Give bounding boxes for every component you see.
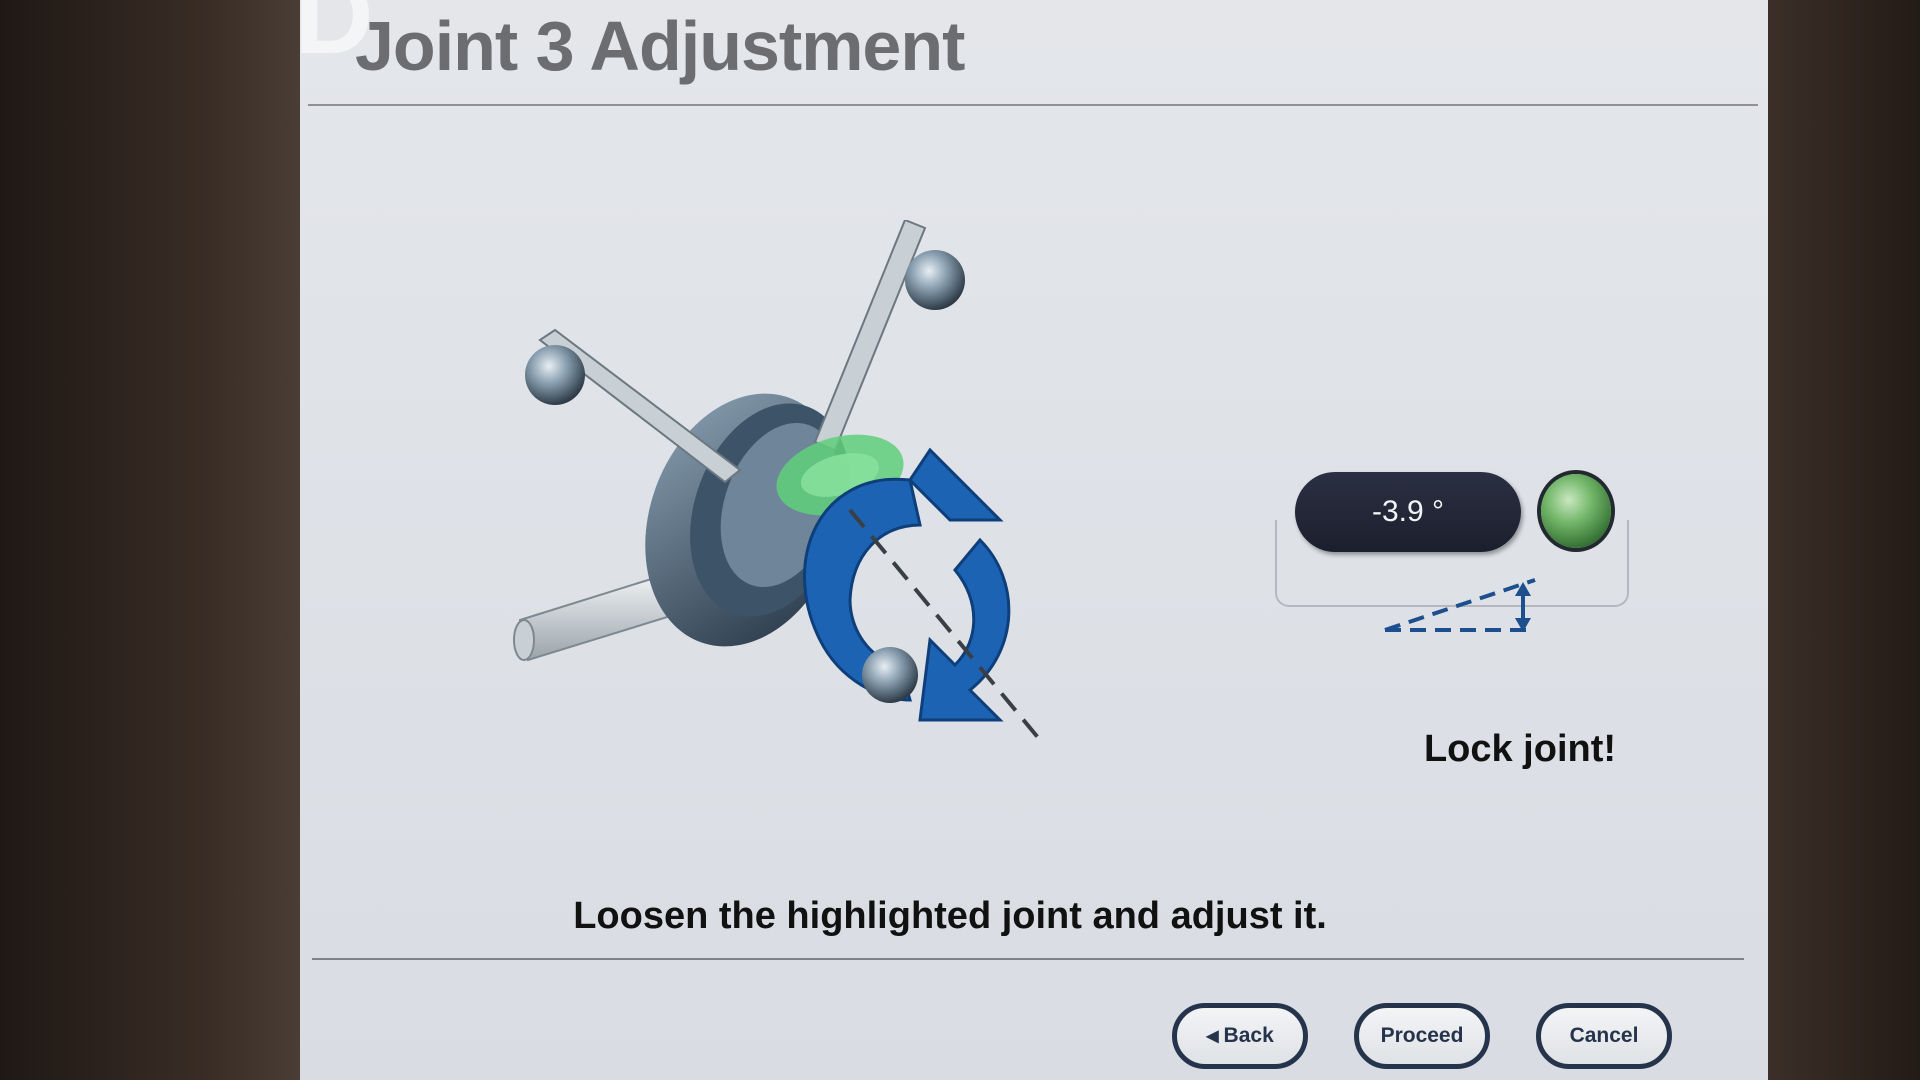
lock-joint-status: Lock joint!: [1423, 728, 1617, 770]
arm-upper: [813, 220, 927, 452]
screen: D Joint 3 Adjustment -3.9 ° Lock joint! …: [300, 0, 1768, 1080]
back-arrow-icon: ◀: [1206, 1028, 1219, 1045]
status-indicator: [1541, 474, 1611, 548]
angle-readout: -3.9 °: [1295, 472, 1521, 552]
back-button-label: Back: [1223, 1024, 1274, 1047]
back-button[interactable]: ◀ Back: [1172, 1003, 1308, 1069]
angle-icon: [1384, 578, 1536, 632]
marker-ball-bottom: [862, 647, 918, 703]
marker-ball-left: [525, 345, 585, 405]
proceed-button-label: Proceed: [1380, 1024, 1464, 1047]
instruction-text: Loosen the highlighted joint and adjust …: [573, 895, 1327, 937]
monitor-bezel-left: [0, 0, 300, 1080]
joint-illustration: [513, 220, 1042, 742]
page-title: Joint 3 Adjustment: [355, 7, 965, 85]
title-divider: [308, 104, 1758, 106]
cancel-button-label: Cancel: [1569, 1024, 1639, 1047]
monitor-bezel-right: [1768, 0, 1920, 1080]
proceed-button[interactable]: Proceed: [1354, 1003, 1490, 1069]
marker-ball-top: [905, 250, 965, 310]
cancel-button[interactable]: Cancel: [1536, 1003, 1672, 1069]
angle-readout-group: -3.9 °: [1275, 460, 1655, 660]
footer-divider: [312, 958, 1744, 960]
